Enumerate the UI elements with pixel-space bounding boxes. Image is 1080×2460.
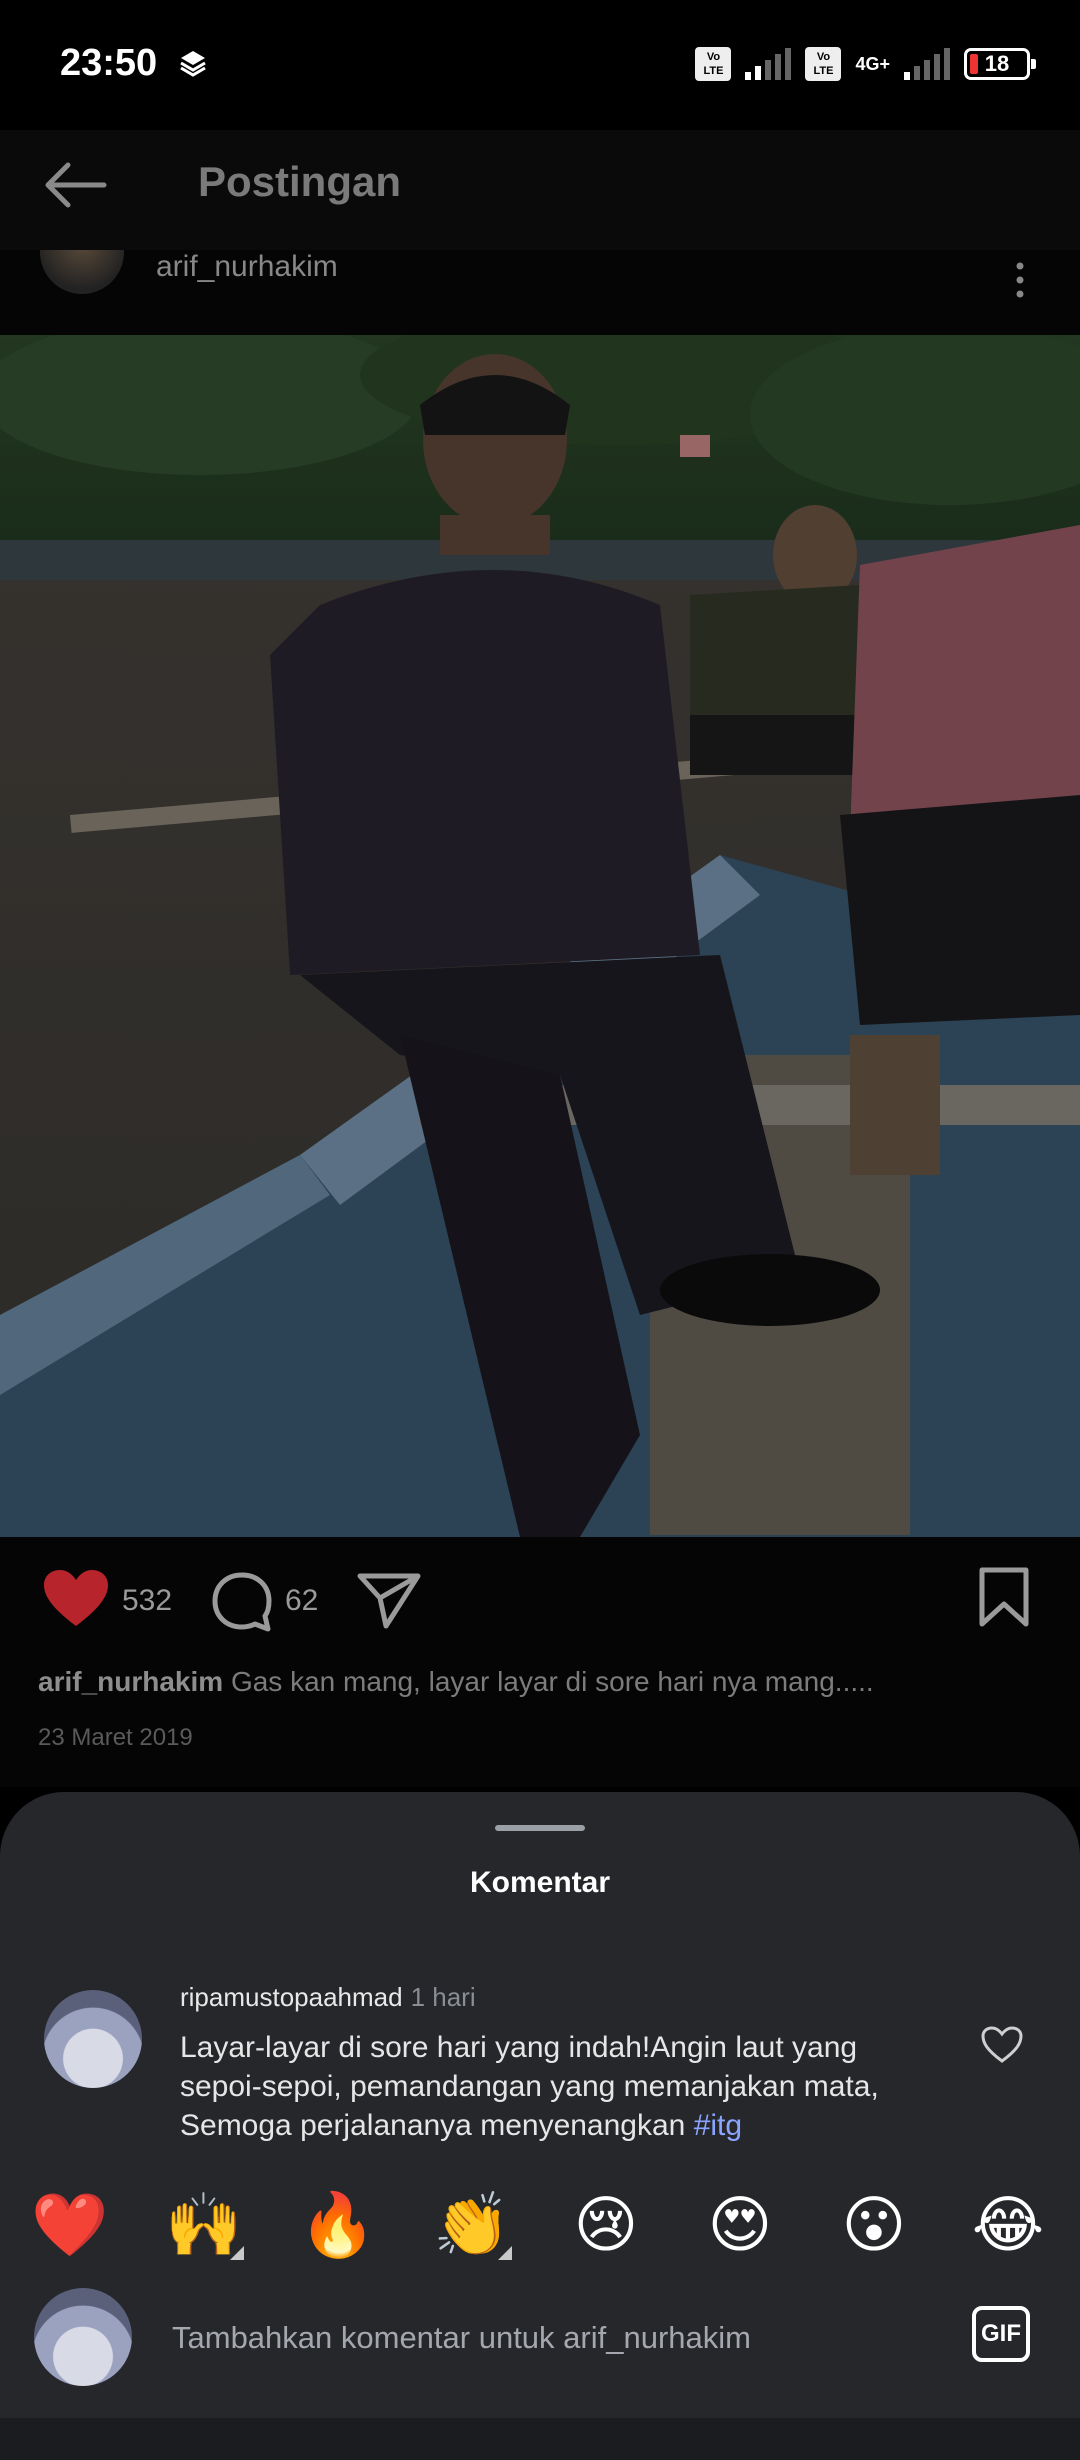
variant-indicator — [230, 2246, 244, 2260]
battery-level: 18 — [984, 51, 1010, 76]
emoji-laughing[interactable]: 😂 — [968, 2186, 1048, 2266]
emoji-fire[interactable]: 🔥 — [298, 2186, 378, 2266]
top-app-bar — [0, 130, 1080, 250]
signal-icon — [745, 48, 792, 80]
emoji-surprised[interactable]: 😮 — [834, 2186, 914, 2266]
like-heart-icon[interactable] — [42, 1568, 110, 1630]
bookmark-icon[interactable] — [978, 1566, 1030, 1628]
emoji-heart-eyes[interactable]: 😍 — [700, 2186, 780, 2266]
comment-body: Layar-layar di sore hari yang indah!Angi… — [180, 2028, 900, 2145]
system-nav-bar — [0, 2418, 1080, 2460]
post-caption: arif_nurhakim Gas kan mang, layar layar … — [38, 1666, 874, 1698]
commenter-username[interactable]: ripamustopaahmad — [180, 1982, 403, 2012]
emoji-clapping[interactable]: 👏 — [432, 2186, 512, 2266]
more-options-icon[interactable] — [1010, 260, 1030, 300]
volte-badge-2: Vo LTE — [805, 47, 842, 81]
comment-text: Layar-layar di sore hari yang indah!Angi… — [180, 2031, 879, 2142]
post-author-row[interactable]: arif_nurhakim — [0, 250, 1080, 335]
variant-indicator — [498, 2246, 512, 2260]
share-send-icon[interactable] — [356, 1570, 422, 1630]
commenter-avatar[interactable] — [44, 1990, 142, 2088]
comment-count[interactable]: 62 — [285, 1584, 318, 1618]
post-photo[interactable] — [0, 335, 1080, 1537]
author-avatar[interactable] — [40, 250, 124, 294]
comment-like-heart-icon[interactable] — [980, 2025, 1024, 2065]
page-title: Postingan — [198, 158, 402, 205]
author-username[interactable]: arif_nurhakim — [156, 250, 338, 284]
comment-input[interactable] — [170, 2312, 914, 2364]
post-date: 23 Maret 2019 — [38, 1724, 193, 1751]
comment-time: 1 hari — [410, 1982, 476, 2012]
emoji-raising-hands[interactable]: 🙌 — [164, 2186, 244, 2266]
signal-icon-2 — [904, 48, 950, 80]
volte-badge: Vo LTE — [695, 47, 732, 81]
comment-header: ripamustopaahmad 1 hari — [180, 1982, 476, 2013]
my-avatar — [34, 2288, 132, 2386]
gif-button[interactable]: GIF — [972, 2306, 1030, 2362]
like-count[interactable]: 532 — [122, 1584, 172, 1618]
emoji-crying[interactable]: 😢 — [566, 2186, 646, 2266]
sheet-drag-handle[interactable] — [495, 1825, 585, 1831]
battery-icon: 18 — [964, 48, 1036, 80]
network-type: 4G+ — [855, 54, 890, 74]
back-arrow-icon[interactable] — [40, 160, 110, 210]
sheet-title: Komentar — [469, 1866, 611, 1899]
quick-emoji-row: ❤️ 🙌 🔥 👏 😢 😍 😮 😂 — [30, 2186, 1070, 2266]
comment-hashtag[interactable]: #itg — [694, 2109, 742, 2142]
comment-icon[interactable] — [210, 1570, 274, 1634]
layers-icon — [180, 51, 206, 77]
emoji-heart[interactable]: ❤️ — [30, 2186, 110, 2266]
caption-username[interactable]: arif_nurhakim — [38, 1666, 223, 1697]
system-icons: Vo LTE Vo LTE 4G+ 18 — [695, 44, 1036, 84]
caption-text: Gas kan mang, layar layar di sore hari n… — [230, 1666, 874, 1697]
status-time: 23:50 — [60, 42, 158, 84]
